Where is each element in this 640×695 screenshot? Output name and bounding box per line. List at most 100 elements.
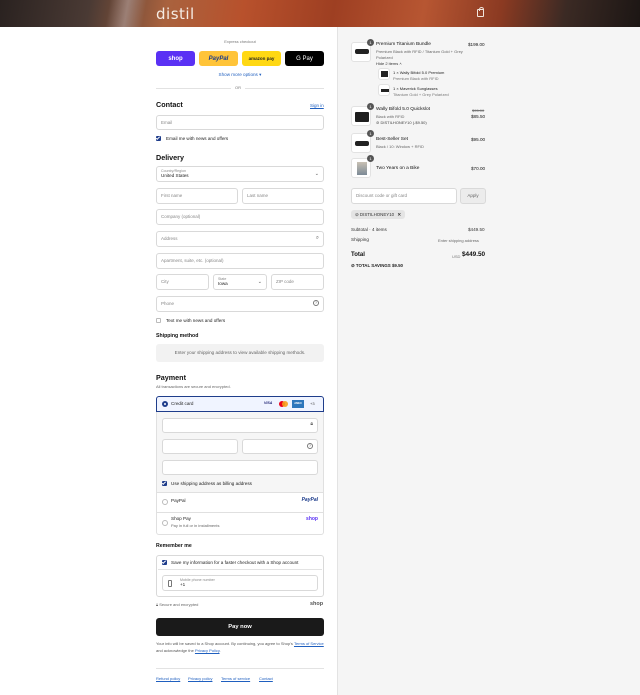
legal-and: and acknowledge the (156, 647, 194, 653)
divider (156, 668, 324, 669)
credit-card-option[interactable]: Credit card VISA AMEX +3 (156, 396, 324, 412)
lock-icon: 🔒︎ (156, 602, 159, 607)
applied-code-label: DISTILHONEY10 (359, 212, 395, 217)
company-field[interactable]: Company (optional) (156, 209, 324, 225)
zip-field[interactable]: ZIP code (271, 274, 324, 290)
item-name: Premium Titanium Bundle (376, 42, 431, 47)
chevron-up-icon: ˄ (399, 61, 402, 66)
mobile-value: +1 (180, 582, 186, 587)
hide-items-label: Hide 2 items (376, 61, 399, 66)
shopping-bag-icon[interactable] (477, 7, 484, 17)
shop-pay-express-button[interactable]: shop (156, 51, 195, 66)
text-me-checkbox[interactable] (156, 318, 161, 323)
google-pay-button[interactable]: G Pay (285, 51, 324, 66)
contact-title: Contact (156, 100, 183, 109)
help-icon[interactable]: ? (313, 300, 319, 306)
show-more-options-link[interactable]: Show more options ▾ (156, 72, 324, 78)
news-checkbox[interactable] (156, 136, 161, 141)
item-price: $95.00 (471, 137, 486, 142)
shop-pay-logo: shop (306, 516, 318, 522)
radio-icon (162, 520, 168, 526)
sub-item-name: 1 × Maverick Sunglasses (393, 86, 438, 91)
paypal-label: PayPal (171, 498, 186, 503)
terms-of-service-link[interactable]: Terms of Service (294, 641, 324, 646)
state-select[interactable]: State Iowa ⌄ (213, 274, 267, 290)
legal-text: Your info will be saved to a Shop accoun… (156, 641, 324, 654)
security-code-field[interactable]: ? (242, 439, 318, 454)
applied-code-chip: ⊘ DISTILHONEY10 ✕ (351, 210, 406, 219)
item-price: $70.00 (471, 166, 486, 171)
mastercard-icon (279, 401, 288, 407)
shipping-method-title: Shipping method (156, 333, 199, 339)
pay-now-button[interactable]: Pay now (156, 618, 324, 636)
shop-pay-option[interactable]: Shop Pay Pay in full or in installments … (156, 513, 324, 535)
refund-policy-link[interactable]: Refund policy (156, 676, 180, 681)
remember-me-panel: Save my information for a faster checkou… (156, 555, 324, 597)
quantity-badge: 1 (367, 39, 374, 46)
shop-pay-label: Shop Pay (171, 516, 191, 521)
privacy-policy-footer-link[interactable]: Privacy policy (188, 676, 212, 681)
billing-checkbox[interactable] (162, 481, 167, 486)
card-details-panel: 🔒︎ ? Use shipping address as billing add… (156, 412, 324, 493)
item-old-price: $95.00 (472, 108, 485, 113)
last-name-field[interactable]: Last name (242, 188, 324, 204)
tag-icon: ⊘ (351, 263, 355, 268)
savings-value: $9.50 (391, 263, 403, 268)
card-number-field[interactable]: 🔒︎ (162, 418, 318, 433)
tag-icon: ⊘ (376, 120, 380, 125)
address-field[interactable]: Address ⌕ (156, 231, 324, 247)
brand-logo[interactable]: distil (156, 5, 195, 23)
paypal-logo: PayPal (301, 497, 318, 503)
discount-tag: ⊘ DISTILHONEY10 (-$9.50) (376, 120, 427, 125)
amazon-pay-button[interactable]: amazon pay (242, 51, 281, 66)
header-banner: distil (0, 0, 640, 27)
delivery-title: Delivery (156, 153, 184, 162)
state-value: Iowa (218, 281, 228, 286)
sign-in-link[interactable]: Sign in (310, 103, 324, 108)
contact-link[interactable]: Contact (259, 676, 273, 681)
tag-icon: ⊘ (355, 212, 359, 217)
terms-of-service-footer-link[interactable]: Terms of service (221, 676, 250, 681)
secure-note: 🔒︎ Secure and encrypted (156, 602, 198, 607)
quantity-badge: 1 (367, 155, 374, 162)
divider (158, 569, 322, 570)
expiration-field[interactable] (162, 439, 238, 454)
text-me-label: Text me with news and offers (166, 318, 226, 323)
phone-field[interactable]: Phone? (156, 296, 324, 312)
checkout-form: Express checkout shop PayPal amazon pay … (0, 27, 337, 695)
discount-code-field[interactable]: Discount code or gift card (351, 188, 457, 204)
quantity-badge: 1 (367, 130, 374, 137)
news-label: Email me with news and offers (166, 136, 229, 141)
item-desc: Premium Black with RFID / Titanium Gold … (376, 49, 463, 60)
apply-button[interactable]: Apply (460, 188, 486, 204)
country-select[interactable]: Country/Region United States ⌄ (156, 166, 324, 182)
credit-card-label: Credit card (171, 401, 194, 406)
apartment-field[interactable]: Apartment, suite, etc. (optional) (156, 253, 324, 269)
city-field[interactable]: City (156, 274, 209, 290)
close-icon[interactable]: ✕ (397, 212, 401, 217)
subtotal-value: $449.50 (468, 227, 485, 232)
mobile-phone-field[interactable]: Mobile phone number +1 (162, 575, 318, 591)
name-on-card-field[interactable] (162, 460, 318, 475)
item-price: $85.50 (471, 114, 486, 119)
address-placeholder: Address (161, 236, 178, 241)
first-name-field[interactable]: First name (156, 188, 238, 204)
show-more-label: Show more options (218, 72, 258, 77)
sub-item-name: 1 × Wally Bifold 5.0 Premium (393, 70, 445, 75)
legal-line: Your info will be saved to a Shop accoun… (156, 641, 293, 646)
radio-icon (162, 499, 168, 505)
item-name: Two Years on a Bike (376, 166, 420, 171)
shop-pay-sublabel: Pay in full or in installments (171, 523, 220, 528)
total-label: Total (351, 252, 365, 258)
shop-logo: shop (310, 601, 324, 607)
paypal-option[interactable]: PayPal PayPal (156, 493, 324, 513)
email-field[interactable]: Email (156, 115, 324, 130)
paypal-express-button[interactable]: PayPal (199, 51, 238, 66)
shipping-note: Enter your shipping address to view avai… (156, 344, 324, 362)
help-icon[interactable]: ? (307, 443, 313, 449)
payment-title: Payment (156, 373, 186, 382)
hide-items-toggle[interactable]: Hide 2 items ˄ (376, 61, 402, 66)
privacy-policy-link[interactable]: Privacy Policy (195, 648, 220, 653)
lock-icon: 🔒︎ (310, 421, 313, 427)
save-info-checkbox[interactable] (162, 560, 167, 565)
